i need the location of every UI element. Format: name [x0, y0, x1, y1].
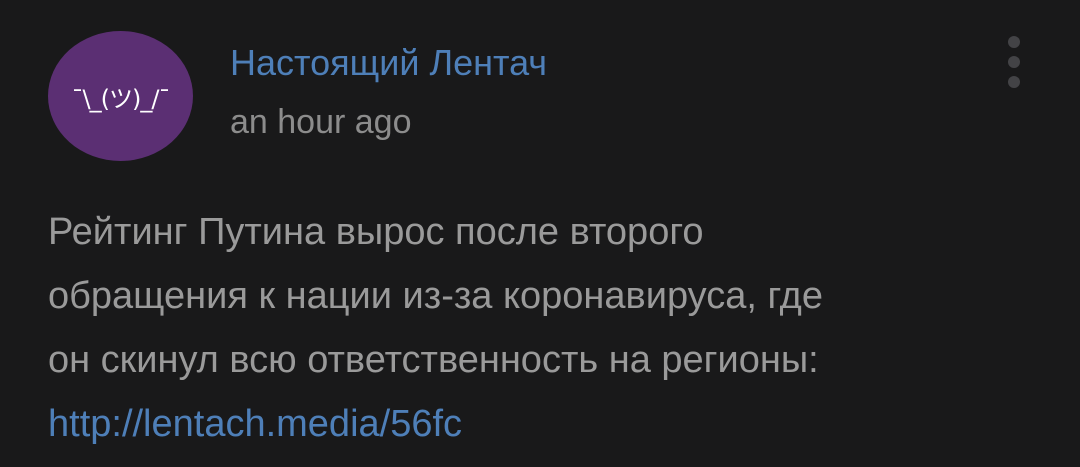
author-name[interactable]: Настоящий Лентач [230, 42, 547, 84]
post-card: ¯\_(ツ)_/¯ Настоящий Лентач an hour ago Р… [0, 0, 1080, 467]
post-text-line: обращения к нации из-за коронавируса, гд… [48, 275, 823, 317]
more-vertical-icon-dot [1008, 56, 1020, 68]
more-vertical-icon-dot [1008, 76, 1020, 88]
avatar-shrug-text: ¯\_(ツ)_/¯ [71, 84, 171, 113]
more-options-button[interactable] [1004, 36, 1024, 88]
avatar[interactable]: ¯\_(ツ)_/¯ [48, 31, 193, 161]
post-text-line: он скинул всю ответственность на регионы… [48, 339, 819, 381]
more-vertical-icon-dot [1008, 36, 1020, 48]
post-text-line: Рейтинг Путина вырос после второго [48, 211, 704, 253]
post-link[interactable]: http://lentach.media/56fc [48, 392, 1048, 456]
post-time[interactable]: an hour ago [230, 103, 412, 142]
post-text: Рейтинг Путина вырос после второго обращ… [48, 200, 1048, 456]
